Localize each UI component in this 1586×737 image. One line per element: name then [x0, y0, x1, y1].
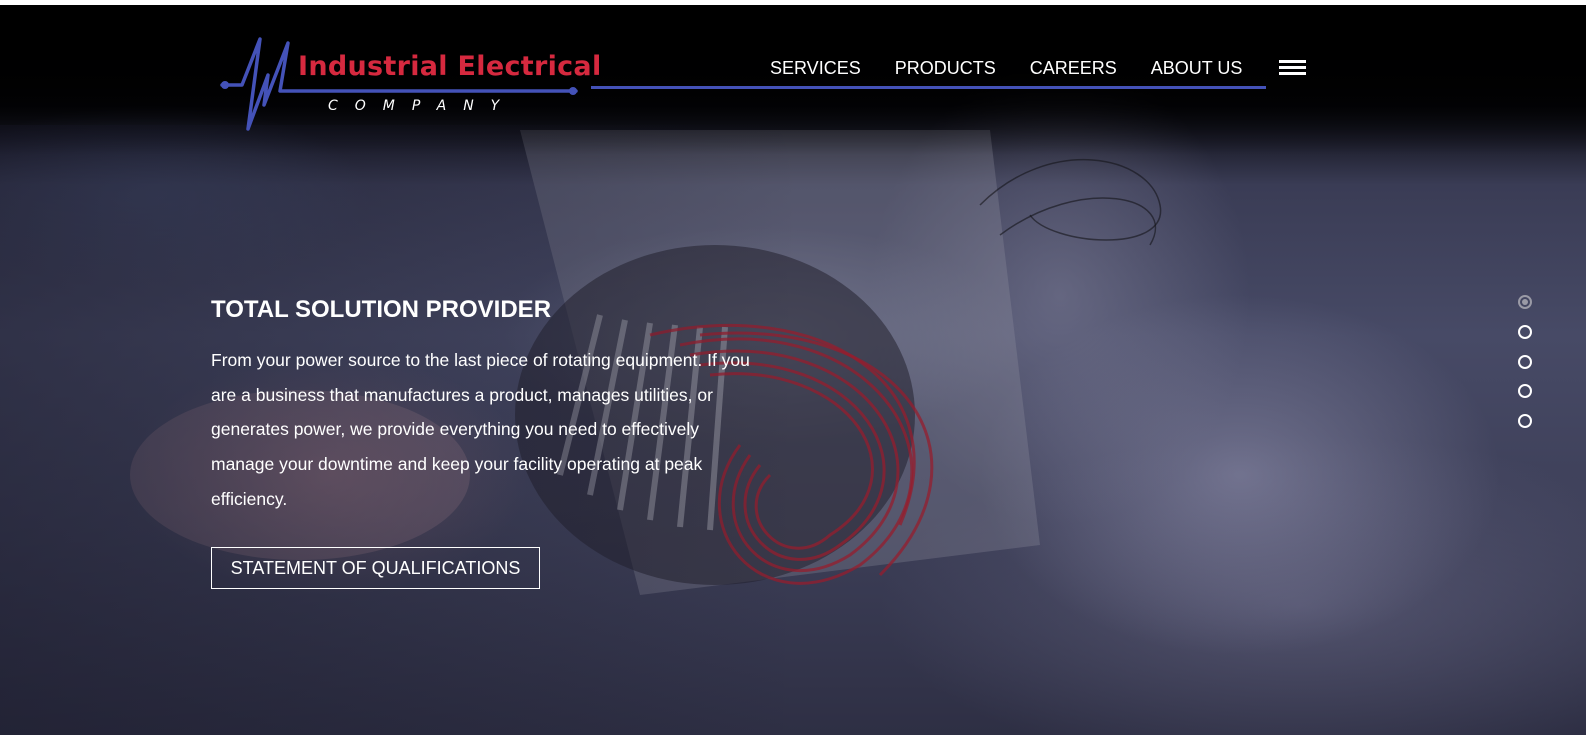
slider-dot-2[interactable] [1518, 325, 1532, 339]
lightning-logo-icon [220, 37, 578, 131]
slider-dot-3[interactable] [1518, 355, 1532, 369]
page: Industrial Electrical COMPANY SERVICES P… [0, 5, 1586, 737]
brand-subtitle: COMPANY [328, 98, 517, 114]
nav-item-about-us[interactable]: ABOUT US [1151, 58, 1243, 79]
nav-item-services[interactable]: SERVICES [770, 58, 861, 79]
brand-name: Industrial Electrical [298, 51, 602, 82]
nav-item-careers[interactable]: CAREERS [1030, 58, 1117, 79]
nav-divider [591, 86, 1266, 89]
slider-dot-1[interactable] [1518, 295, 1532, 309]
hamburger-menu-icon[interactable] [1279, 60, 1306, 78]
hero-title: TOTAL SOLUTION PROVIDER [211, 296, 552, 323]
nav-item-products[interactable]: PRODUCTS [895, 58, 996, 79]
hero-description: From your power source to the last piece… [211, 350, 750, 509]
slider-dot-4[interactable] [1518, 384, 1532, 398]
slider-dot-5[interactable] [1518, 414, 1532, 428]
brand-logo[interactable]: Industrial Electrical COMPANY [220, 35, 601, 131]
statement-of-qualifications-button[interactable]: STATEMENT OF QUALIFICATIONS [211, 547, 540, 589]
main-nav: SERVICES PRODUCTS CAREERS ABOUT US [770, 53, 1242, 83]
